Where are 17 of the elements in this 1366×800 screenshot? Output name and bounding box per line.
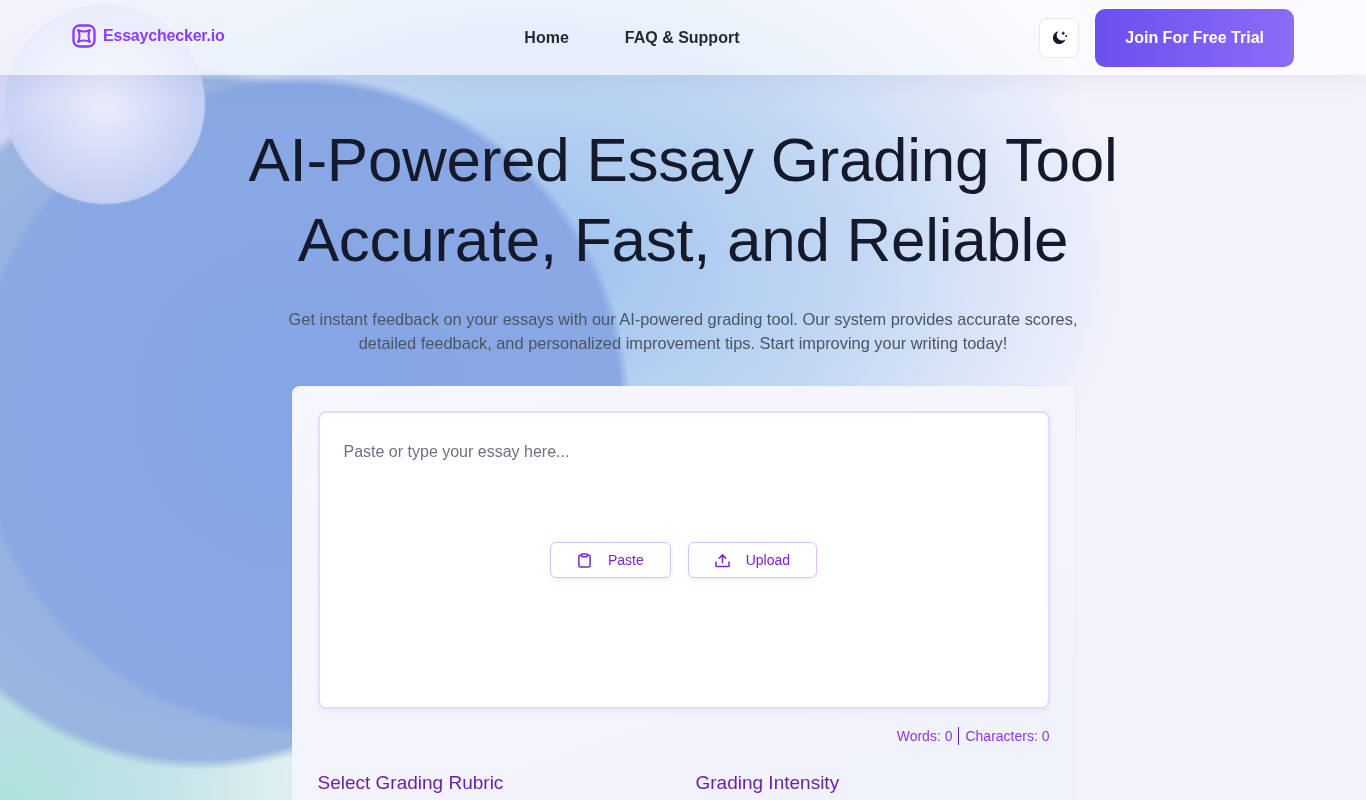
character-count: Characters: 0 [965, 727, 1050, 746]
hero-description: Get instant feedback on your essays with our AI-powered grading tool. Our system provides accurate scores, detailed feedback, and personalized improvement tips. Start improving your writing today! [287, 309, 1079, 354]
hero-title: AI-Powered Essay Grading Tool Accurate, Fast, and Reliable [248, 124, 1118, 276]
logo-link[interactable]: Essaychecker.io [72, 24, 225, 48]
section-heading: Select Grading Rubric [317, 771, 505, 795]
theme-toggle-button[interactable] [1039, 17, 1080, 58]
nav-link[interactable]: Home [524, 28, 569, 47]
upload-icon [714, 552, 730, 568]
word-count: Words: 0 [896, 727, 953, 746]
clipboard-icon [576, 552, 592, 568]
upload-button[interactable]: Upload [687, 542, 818, 578]
moon-icon [1050, 29, 1068, 46]
section-heading: Grading Intensity [695, 771, 841, 795]
join-trial-button[interactable]: Join For Free Trial [1095, 8, 1294, 67]
paste-button[interactable]: Paste [549, 542, 671, 578]
logo-icon [72, 24, 96, 48]
nav-link[interactable]: FAQ & Support [624, 28, 740, 47]
